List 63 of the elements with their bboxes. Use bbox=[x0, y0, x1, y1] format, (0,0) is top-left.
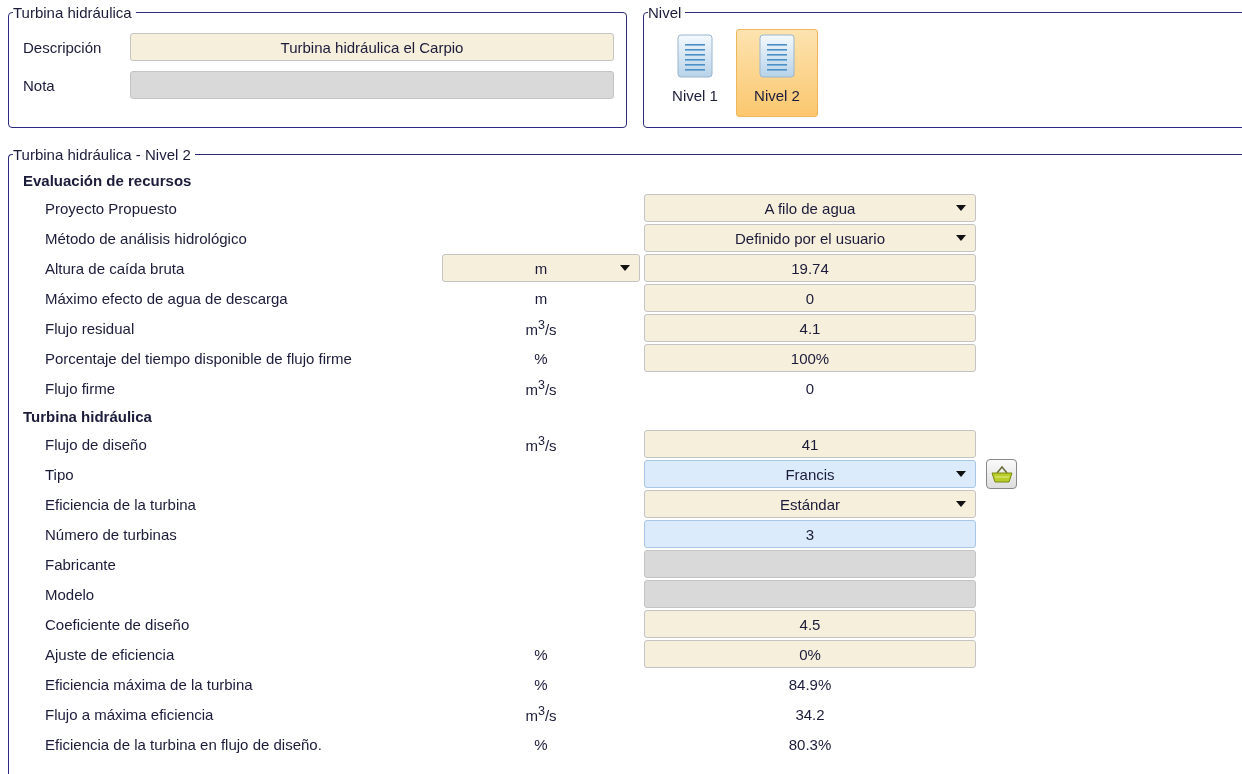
dropdown[interactable]: A filo de agua bbox=[644, 194, 976, 222]
caret-icon bbox=[956, 205, 966, 211]
caret-icon bbox=[620, 265, 630, 271]
field-label: Ajuste de eficiencia bbox=[45, 645, 176, 663]
unit-label: % bbox=[534, 675, 548, 693]
caret-icon bbox=[956, 235, 966, 241]
caret-icon bbox=[956, 501, 966, 507]
field-label: Máximo efecto de agua de descarga bbox=[45, 289, 289, 307]
field-label: Coeficiente de diseño bbox=[45, 615, 191, 633]
input-field[interactable]: 4.1 bbox=[644, 314, 976, 342]
input-field[interactable]: 0 bbox=[644, 284, 976, 312]
panel-title: Turbina hidráulica bbox=[13, 4, 133, 21]
document-icon bbox=[677, 34, 713, 78]
field-label: Número de turbinas bbox=[45, 525, 178, 543]
unit-label: m bbox=[534, 289, 548, 307]
field-label: Método de análisis hidrológico bbox=[45, 229, 248, 247]
field-label: Fabricante bbox=[45, 555, 117, 573]
input-field[interactable]: 41 bbox=[644, 430, 976, 458]
field-label: Porcentaje del tiempo disponible de flujo firme bbox=[45, 349, 353, 367]
field-label: Modelo bbox=[45, 585, 96, 603]
field-label: Eficiencia máxima de la turbina bbox=[45, 675, 254, 693]
unit-label: % bbox=[534, 645, 548, 663]
dropdown[interactable]: Francis bbox=[644, 460, 976, 488]
field-label: Flujo firme bbox=[45, 379, 116, 397]
field-label: Descripción bbox=[23, 38, 103, 56]
value-text: 80.3% bbox=[788, 735, 832, 753]
dropdown[interactable]: Definido por el usuario bbox=[644, 224, 976, 252]
unit-label: % bbox=[534, 735, 548, 753]
section-title: Evaluación de recursos bbox=[23, 170, 193, 191]
field-label: Proyecto Propuesto bbox=[45, 199, 178, 217]
basket-icon bbox=[990, 465, 1013, 483]
value-text: 34.2 bbox=[795, 705, 825, 723]
panel-title: Turbina hidráulica - Nivel 2 bbox=[13, 146, 192, 163]
value-text: 84.9% bbox=[788, 675, 832, 693]
field-label: Flujo de diseño bbox=[45, 435, 148, 453]
unit-label: % bbox=[534, 349, 548, 367]
unit-label: m$^{3}$/s bbox=[525, 434, 557, 454]
field-label: Eficiencia de la turbina bbox=[45, 495, 197, 513]
field-label: Eficiencia de la turbina en flujo de diseño. bbox=[45, 735, 323, 753]
level-button[interactable]: Nivel 1 bbox=[658, 29, 732, 117]
level-button[interactable]: Nivel 2 bbox=[736, 29, 818, 117]
field-label: Flujo a máxima eficiencia bbox=[45, 705, 215, 723]
unit-dropdown[interactable]: m bbox=[442, 254, 640, 282]
section-title: Turbina hidráulica bbox=[23, 406, 153, 427]
input-field[interactable]: 0% bbox=[644, 640, 976, 668]
field-label: Nota bbox=[23, 76, 56, 94]
text-field[interactable]: Turbina hidráulica el Carpio bbox=[130, 33, 614, 61]
dropdown[interactable]: Estándar bbox=[644, 490, 976, 518]
input-field[interactable]: 4.5 bbox=[644, 610, 976, 638]
unit-label: m$^{3}$/s bbox=[525, 704, 557, 724]
field-label: Altura de caída bruta bbox=[45, 259, 186, 277]
field-label: Flujo residual bbox=[45, 319, 136, 337]
input-field[interactable]: 3 bbox=[644, 520, 976, 548]
panel-title: Nivel bbox=[648, 4, 683, 21]
unit-label: m$^{3}$/s bbox=[525, 378, 557, 398]
caret-icon bbox=[956, 471, 966, 477]
unit-label: m$^{3}$/s bbox=[525, 318, 557, 338]
field-label: Tipo bbox=[45, 465, 75, 483]
input-field[interactable]: 19.74 bbox=[644, 254, 976, 282]
input-field[interactable]: 100% bbox=[644, 344, 976, 372]
document-icon bbox=[759, 34, 795, 78]
basket-button[interactable] bbox=[986, 459, 1017, 489]
value-text: 0 bbox=[805, 379, 815, 397]
